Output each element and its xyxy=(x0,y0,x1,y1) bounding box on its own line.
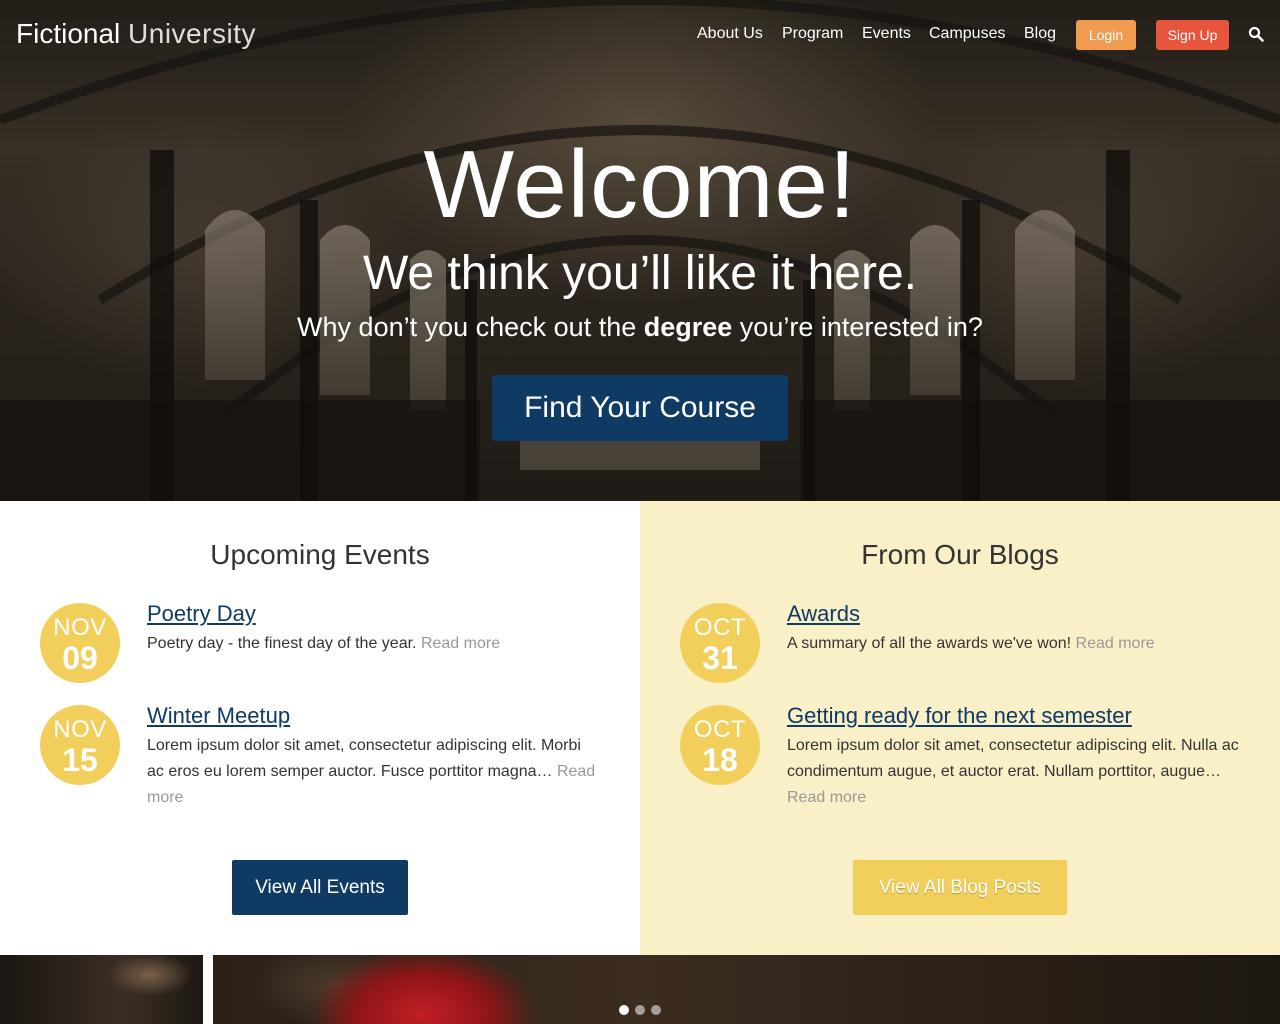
hero-banner: Fictional University About Us Program Ev… xyxy=(0,0,1280,501)
event-day: 15 xyxy=(62,742,98,778)
blog-date-badge[interactable]: OCT 31 xyxy=(680,603,760,683)
blog-read-more-link[interactable]: Read more xyxy=(1076,635,1155,652)
nav-blog[interactable]: Blog xyxy=(1024,25,1056,43)
blogs-section: From Our Blogs OCT 31 Awards A summary o… xyxy=(640,501,1280,955)
view-all-events-button[interactable]: View All Events xyxy=(232,860,408,915)
slider-dot[interactable] xyxy=(635,1005,645,1015)
site-logo[interactable]: Fictional University xyxy=(16,18,256,50)
blog-date-badge[interactable]: OCT 18 xyxy=(680,705,760,785)
hero-subtitle: We think you’ll like it here. xyxy=(362,247,917,300)
event-month: NOV xyxy=(53,716,107,743)
logo-light-text: University xyxy=(128,18,256,49)
hero-tagline: Why don’t you check out the degree you’r… xyxy=(0,312,1280,343)
image-slider xyxy=(0,955,1280,1024)
event-excerpt: Lorem ipsum dolor sit amet, consectetur … xyxy=(147,733,597,811)
event-excerpt-text: Poetry day - the finest day of the year. xyxy=(147,635,421,652)
hero-tagline-before: Why don’t you check out the xyxy=(297,312,644,342)
events-heading: Upcoming Events xyxy=(210,539,430,570)
blog-month: OCT xyxy=(693,716,747,743)
event-excerpt-text: Lorem ipsum dolor sit amet, consectetur … xyxy=(147,737,581,780)
logo-strong-text: Fictional xyxy=(16,18,121,49)
blog-excerpt: A summary of all the awards we've won! R… xyxy=(787,631,1237,657)
nav-program[interactable]: Program xyxy=(782,25,843,43)
events-section: Upcoming Events NOV 09 Poetry Day Poetry… xyxy=(0,501,640,955)
signup-button[interactable]: Sign Up xyxy=(1156,20,1229,50)
event-day: 09 xyxy=(62,640,98,676)
blog-excerpt-text: Lorem ipsum dolor sit amet, consectetur … xyxy=(787,737,1239,780)
blog-day: 31 xyxy=(702,640,738,676)
event-date-badge[interactable]: NOV 15 xyxy=(40,705,120,785)
event-excerpt: Poetry day - the finest day of the year.… xyxy=(147,631,597,657)
blog-title-link[interactable]: Awards xyxy=(787,601,860,627)
nav-about-us[interactable]: About Us xyxy=(697,25,763,43)
slide-preview-left xyxy=(0,955,203,1024)
blog-title-link[interactable]: Getting ready for the next semester xyxy=(787,703,1132,729)
view-all-blog-posts-button[interactable]: View All Blog Posts xyxy=(853,860,1067,915)
hero-title: Welcome! xyxy=(423,131,857,238)
hero-tagline-after: you’re interested in? xyxy=(732,312,983,342)
blog-day: 18 xyxy=(702,742,738,778)
nav-campuses[interactable]: Campuses xyxy=(929,25,1005,43)
search-icon[interactable] xyxy=(1248,26,1264,42)
blogs-heading: From Our Blogs xyxy=(861,539,1059,570)
event-date-badge[interactable]: NOV 09 xyxy=(40,603,120,683)
event-month: NOV xyxy=(53,614,107,641)
blog-month: OCT xyxy=(693,614,747,641)
event-title-link[interactable]: Winter Meetup xyxy=(147,703,290,729)
hero-tagline-bold: degree xyxy=(643,312,733,342)
blog-excerpt: Lorem ipsum dolor sit amet, consectetur … xyxy=(787,733,1247,811)
event-read-more-link[interactable]: Read more xyxy=(421,635,500,652)
nav-events[interactable]: Events xyxy=(862,25,911,43)
slide-current xyxy=(213,955,1280,1024)
slider-dot[interactable] xyxy=(619,1005,629,1015)
blog-read-more-link[interactable]: Read more xyxy=(787,789,866,806)
event-title-link[interactable]: Poetry Day xyxy=(147,601,256,627)
slider-dot[interactable] xyxy=(651,1005,661,1015)
find-your-course-button[interactable]: Find Your Course xyxy=(492,375,788,441)
login-button[interactable]: Login xyxy=(1076,20,1136,50)
blog-excerpt-text: A summary of all the awards we've won! xyxy=(787,635,1076,652)
